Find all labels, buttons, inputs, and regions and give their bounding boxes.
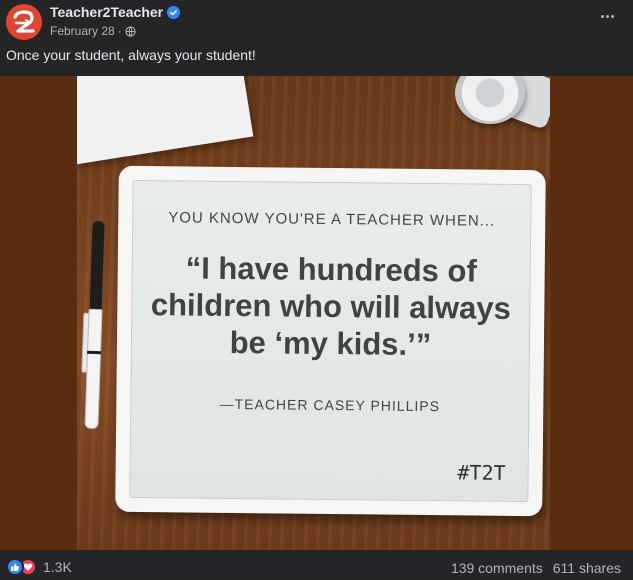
post-caption: Once your student, always your student! [6,47,256,63]
shares-count-link[interactable]: 611 shares [553,560,621,576]
post-footer: 1.3K 139 comments 611 shares [0,550,633,580]
envelope-image [77,76,254,165]
like-icon [6,558,24,576]
board-hashtag-text: #T2T [457,460,506,485]
post-stats: 139 comments 611 shares [451,560,621,576]
whiteboard: YOU KNOW YOU'RE A TEACHER WHEN... “I hav… [115,165,546,517]
board-quote-text: “I have hundreds of children who will al… [150,250,512,363]
teacher2teacher-logo-icon [6,4,42,40]
post-header: Teacher2Teacher February 28 · [0,0,633,44]
more-options-icon[interactable] [595,6,619,26]
post-media[interactable]: YOU KNOW YOU'RE A TEACHER WHEN... “I hav… [0,76,633,550]
reaction-count[interactable]: 1.3K [43,559,72,575]
tape-dispenser-image [455,76,550,131]
comments-count-link[interactable]: 139 comments [451,560,543,576]
facebook-post: Teacher2Teacher February 28 · Once your … [0,0,633,580]
post-meta: February 28 · [50,24,136,38]
post-date[interactable]: February 28 [50,24,115,38]
verified-badge-icon [167,5,181,19]
globe-icon [125,25,136,37]
page-name-link[interactable]: Teacher2Teacher [50,4,181,20]
reactions-summary[interactable]: 1.3K [6,558,72,576]
post-photo[interactable]: YOU KNOW YOU'RE A TEACHER WHEN... “I hav… [77,76,550,550]
marker-image [79,220,112,432]
page-name[interactable]: Teacher2Teacher [50,4,163,20]
page-avatar[interactable] [6,4,42,40]
board-header-text: YOU KNOW YOU'RE A TEACHER WHEN... [168,209,496,230]
meta-separator: · [117,24,122,38]
whiteboard-surface: YOU KNOW YOU'RE A TEACHER WHEN... “I hav… [129,179,532,503]
board-attribution-text: —TEACHER CASEY PHILLIPS [219,395,441,415]
